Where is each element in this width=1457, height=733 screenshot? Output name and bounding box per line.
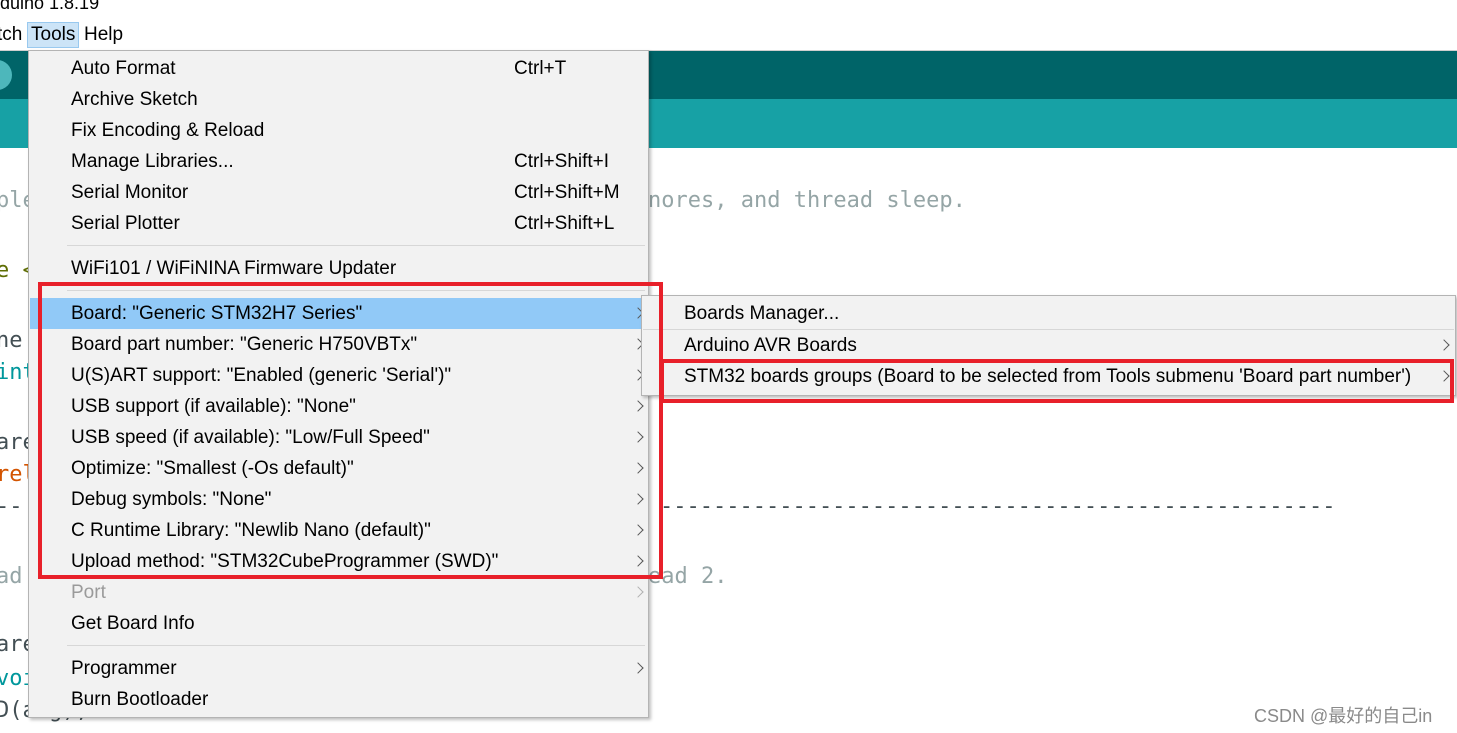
code-line: -- <box>0 494 23 519</box>
menu-item-shortcut: Ctrl+T <box>514 58 567 79</box>
menu-item-label: Serial Plotter <box>71 213 180 234</box>
annotation-box-board-options <box>38 282 663 579</box>
menu-item-label: Get Board Info <box>71 613 195 634</box>
menu-item-shortcut: Ctrl+Shift+I <box>514 151 610 172</box>
code-line: ----------------------------------------… <box>660 494 1336 519</box>
watermark: CSDN @最好的自己in <box>1254 706 1433 726</box>
window-title: rduino 1.8.19 <box>0 0 100 13</box>
menu-item-get-board-info[interactable]: Get Board Info <box>30 608 647 639</box>
submenu-item-boards-manager[interactable]: Boards Manager... <box>643 298 1454 329</box>
menu-item-label: Programmer <box>71 658 177 679</box>
menubar: tch Tools Help <box>0 20 1457 51</box>
menu-item-shortcut: Ctrl+Shift+L <box>514 213 615 234</box>
menu-item-burn-bootloader[interactable]: Burn Bootloader <box>30 684 647 715</box>
menu-item-serial-plotter[interactable]: Serial Plotter Ctrl+Shift+L <box>30 208 647 239</box>
menu-item-label: Burn Bootloader <box>71 689 209 710</box>
menu-separator <box>67 245 645 246</box>
chevron-right-icon <box>1438 339 1450 351</box>
menu-help[interactable]: Help <box>81 23 126 47</box>
menu-item-shortcut: Ctrl+Shift+M <box>514 182 620 203</box>
menu-separator <box>67 645 645 646</box>
chevron-right-icon <box>632 586 644 598</box>
menu-item-label: WiFi101 / WiFiNINA Firmware Updater <box>71 258 397 279</box>
chevron-right-icon <box>632 662 644 674</box>
menu-tools[interactable]: Tools <box>27 22 80 48</box>
menu-item-label: Fix Encoding & Reload <box>71 120 265 141</box>
submenu-item-arduino-avr-boards[interactable]: Arduino AVR Boards <box>643 330 1454 361</box>
menu-item-label: Arduino AVR Boards <box>684 335 857 356</box>
menu-sketch[interactable]: tch <box>0 23 25 47</box>
toolbar-button[interactable] <box>0 60 12 90</box>
annotation-box-stm32-group <box>660 359 1454 403</box>
code-line: ad <box>0 564 23 589</box>
window-title-bar: rduino 1.8.19 <box>0 0 1457 18</box>
menu-item-label: Port <box>71 582 106 603</box>
menu-item-label: Manage Libraries... <box>71 151 234 172</box>
menu-item-firmware-updater[interactable]: WiFi101 / WiFiNINA Firmware Updater <box>30 253 647 284</box>
menu-item-port[interactable]: Port <box>30 577 647 608</box>
menu-item-serial-monitor[interactable]: Serial Monitor Ctrl+Shift+M <box>30 177 647 208</box>
menu-item-auto-format[interactable]: Auto Format Ctrl+T <box>30 53 647 84</box>
menu-item-label: Boards Manager... <box>684 303 840 324</box>
code-line: ne <box>0 328 23 353</box>
menu-item-label: Serial Monitor <box>71 182 189 203</box>
menu-item-fix-encoding[interactable]: Fix Encoding & Reload <box>30 115 647 146</box>
code-line: nores, and thread sleep. <box>648 188 966 213</box>
menu-item-label: Archive Sketch <box>71 89 198 110</box>
menu-item-label: Auto Format <box>71 58 176 79</box>
menu-item-manage-libraries[interactable]: Manage Libraries... Ctrl+Shift+I <box>30 146 647 177</box>
menu-item-archive-sketch[interactable]: Archive Sketch <box>30 84 647 115</box>
menu-item-programmer[interactable]: Programmer <box>30 653 647 684</box>
